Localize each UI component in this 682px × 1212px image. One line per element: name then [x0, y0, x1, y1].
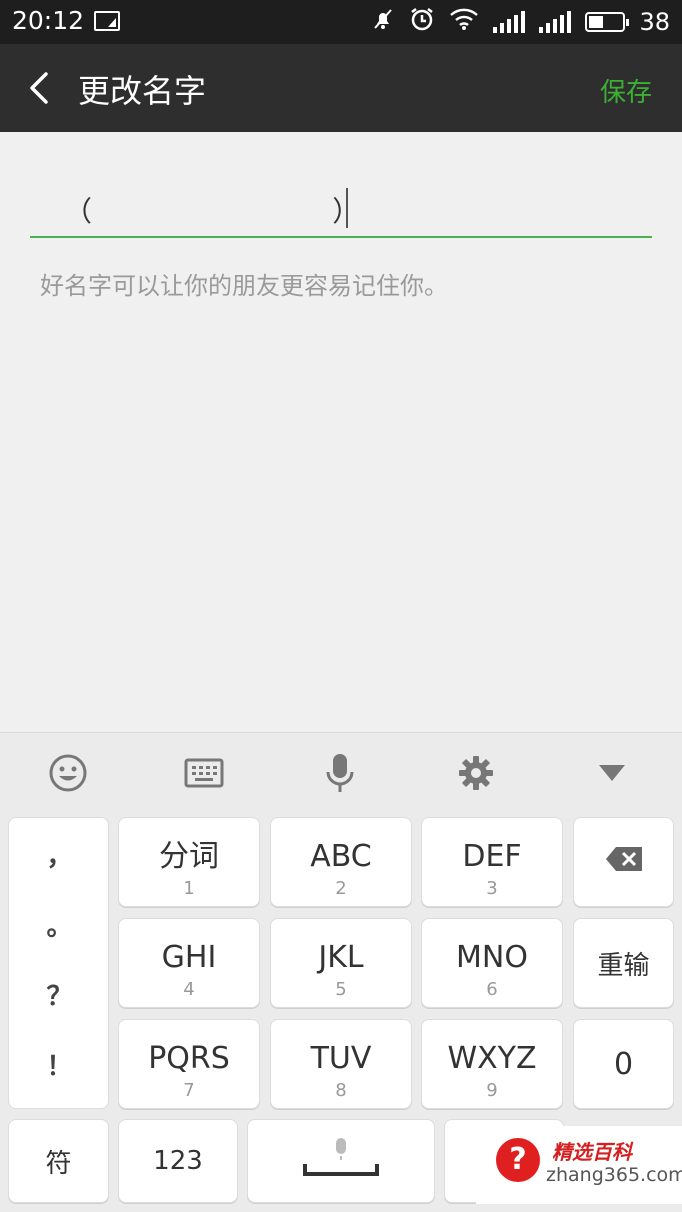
name-hint: 好名字可以让你的朋友更容易记住你。: [40, 272, 448, 300]
page-title: 更改名字: [78, 72, 207, 110]
image-icon: [94, 11, 120, 31]
key-number: 2: [335, 878, 347, 899]
symbol-key[interactable]: 符: [8, 1119, 109, 1203]
status-time: 20:12: [12, 6, 85, 35]
collapse-icon[interactable]: [590, 751, 634, 795]
punctuation-column: ， 。 ？ ！: [8, 817, 109, 1109]
key-1[interactable]: 分词 1: [118, 817, 260, 907]
key-3[interactable]: DEF 3: [421, 817, 563, 907]
signal-icon: [493, 11, 526, 33]
key-8[interactable]: TUV 8: [270, 1019, 412, 1109]
backspace-key[interactable]: [573, 817, 674, 907]
battery-icon: [585, 12, 630, 32]
text-cursor: [346, 188, 348, 228]
key-number: 9: [486, 1080, 498, 1101]
key-number: 6: [486, 979, 498, 1000]
key-label: 分词: [159, 839, 219, 874]
name-input[interactable]: （ ）: [30, 180, 652, 238]
key-6[interactable]: MNO 6: [421, 918, 563, 1008]
key-number: 7: [183, 1080, 195, 1101]
watermark-url: zhang365.com: [546, 1164, 682, 1186]
alarm-icon: [409, 6, 435, 38]
key-label: DEF: [462, 839, 522, 874]
space-bar-icon: [301, 1136, 381, 1187]
signal-icon: [539, 11, 572, 33]
watermark-title: 精选百科: [552, 1140, 632, 1164]
gear-icon[interactable]: [454, 751, 498, 795]
question-icon: ?: [496, 1138, 540, 1182]
status-icons: 38: [371, 6, 670, 38]
numbers-key[interactable]: 123: [118, 1119, 238, 1203]
key-label: TUV: [310, 1041, 372, 1076]
name-input-value: （ ）: [64, 195, 361, 228]
mute-icon: [371, 7, 395, 37]
status-bar: 20:12 38: [0, 0, 682, 44]
watermark: ? 精选百科 zhang365.com: [476, 1126, 682, 1204]
reinput-key[interactable]: 重输: [573, 918, 674, 1008]
punct-exclaim-key[interactable]: ！: [9, 1046, 110, 1083]
punct-question-key[interactable]: ？: [9, 976, 110, 1013]
key-label: JKL: [318, 940, 364, 975]
key-number: 5: [335, 979, 347, 1000]
punct-comma-key[interactable]: ，: [9, 836, 110, 873]
save-button[interactable]: 保存: [600, 72, 652, 109]
key-7[interactable]: PQRS 7: [118, 1019, 260, 1109]
header: 更改名字 保存: [0, 44, 682, 132]
emoji-icon[interactable]: [46, 751, 90, 795]
keyboard-icon[interactable]: [182, 751, 226, 795]
key-5[interactable]: JKL 5: [270, 918, 412, 1008]
space-key[interactable]: [247, 1119, 435, 1203]
key-number: 8: [335, 1080, 347, 1101]
key-label: WXYZ: [447, 1041, 537, 1076]
key-label: GHI: [161, 940, 217, 975]
chevron-left-icon[interactable]: [22, 70, 58, 106]
microphone-icon[interactable]: [318, 751, 362, 795]
key-number: 4: [183, 979, 195, 1000]
wifi-icon: [449, 7, 479, 37]
key-label: PQRS: [148, 1041, 230, 1076]
key-9[interactable]: WXYZ 9: [421, 1019, 563, 1109]
key-label: ABC: [310, 839, 372, 874]
keyboard-toolbar: [0, 733, 682, 813]
key-number: 3: [486, 878, 498, 899]
key-number: 1: [183, 878, 195, 899]
backspace-icon: [604, 845, 644, 880]
zero-key[interactable]: 0: [573, 1019, 674, 1109]
key-4[interactable]: GHI 4: [118, 918, 260, 1008]
punct-period-key[interactable]: 。: [9, 906, 110, 943]
battery-level: 38: [639, 8, 670, 36]
key-label: MNO: [456, 940, 528, 975]
key-2[interactable]: ABC 2: [270, 817, 412, 907]
